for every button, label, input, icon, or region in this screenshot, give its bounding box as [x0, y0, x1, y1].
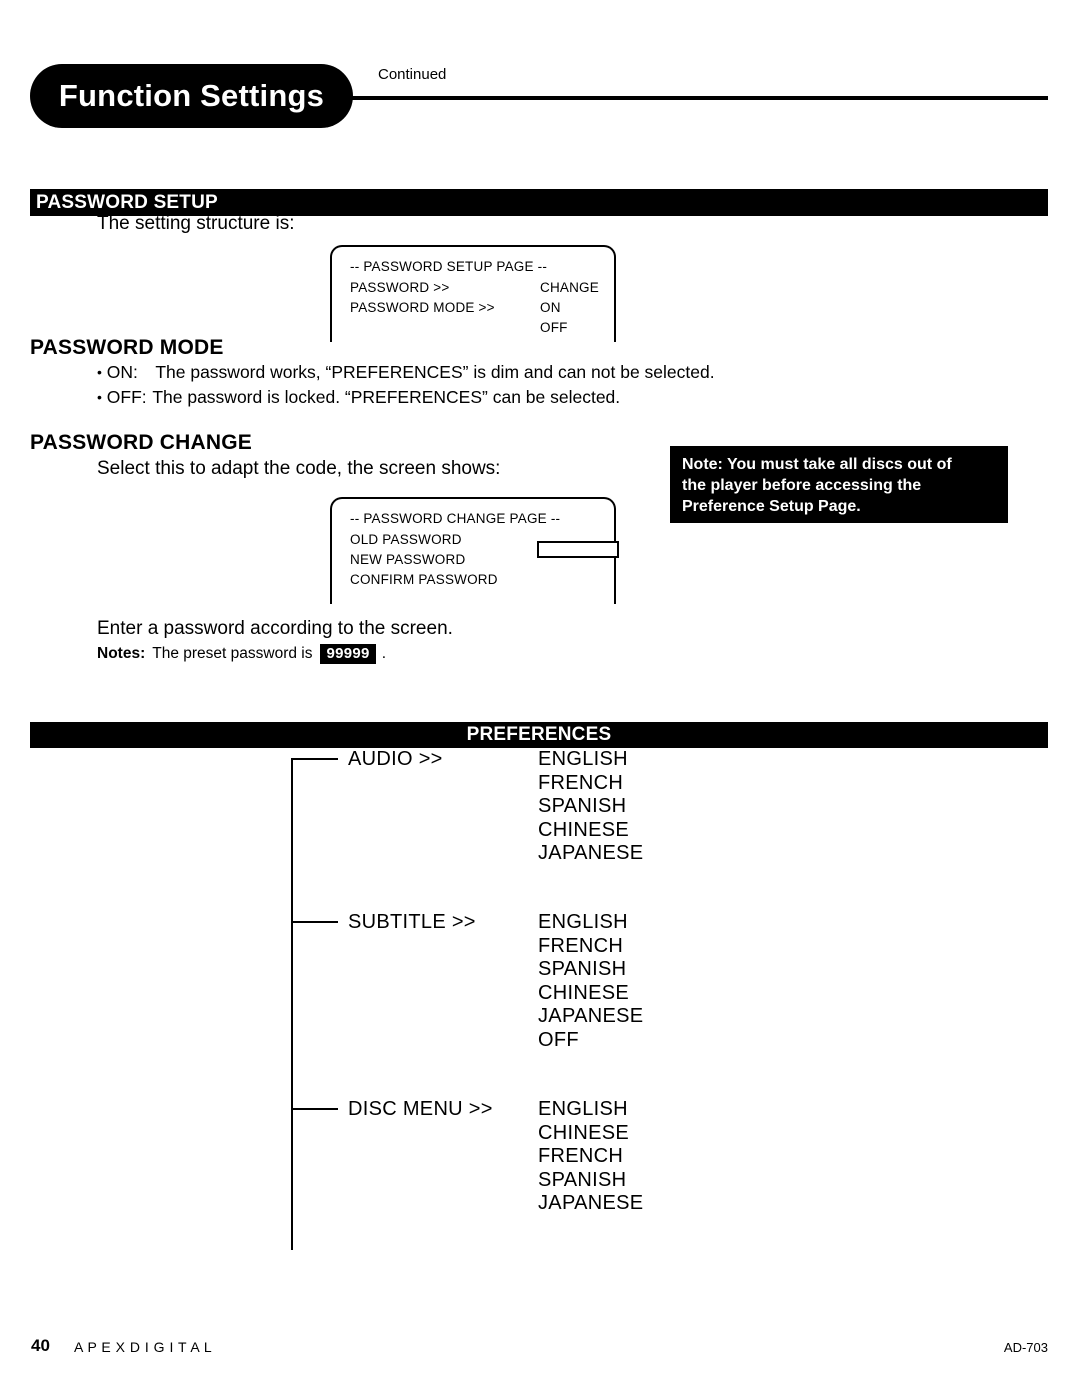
note-callout-box: Note: You must take all discs out of the…: [670, 446, 1008, 523]
heading-password-mode: PASSWORD MODE: [30, 336, 224, 359]
preferences-tree: AUDIO >> ENGLISH FRENCH SPANISH CHINESE …: [0, 748, 1080, 1258]
tree-branch-subtitle: [291, 921, 338, 923]
tree-option-audio-1[interactable]: FRENCH: [538, 772, 643, 796]
osd-row-password-value: CHANGE: [540, 280, 599, 295]
note-callout-line-3: Preference Setup Page.: [682, 498, 861, 515]
tree-options-disc-menu: ENGLISH CHINESE FRENCH SPANISH JAPANESE: [538, 1098, 643, 1216]
notes-period: .: [381, 645, 387, 662]
notes-text: The preset password is: [152, 645, 313, 662]
continued-label: Continued: [378, 66, 447, 83]
tree-option-subtitle-3[interactable]: CHINESE: [538, 982, 643, 1006]
section-bar-preferences: PREFERENCES: [30, 722, 1048, 748]
tree-option-subtitle-0[interactable]: ENGLISH: [538, 911, 643, 935]
osd-row-old-password: OLD PASSWORD: [350, 532, 462, 547]
osd-row-password-mode-value-off: OFF: [540, 320, 568, 335]
tree-option-disc-menu-1[interactable]: CHINESE: [538, 1122, 643, 1146]
footer-brand: A P E X D I G I T A L: [74, 1339, 213, 1355]
tree-option-disc-menu-3[interactable]: SPANISH: [538, 1169, 643, 1193]
footer-model-number: AD-703: [1003, 1340, 1048, 1355]
tree-option-audio-2[interactable]: SPANISH: [538, 795, 643, 819]
osd-password-change-title: -- PASSWORD CHANGE PAGE --: [350, 511, 561, 526]
tree-option-disc-menu-0[interactable]: ENGLISH: [538, 1098, 643, 1122]
enter-password-text: Enter a password according to the screen…: [97, 618, 453, 639]
preset-password-chip: 99999: [320, 644, 376, 664]
tree-option-subtitle-2[interactable]: SPANISH: [538, 958, 643, 982]
bullet-off-text: The password is locked. “PREFERENCES” ca…: [152, 387, 621, 407]
notes-line: Notes: The preset password is 99999 .: [97, 644, 386, 664]
heading-password-change: PASSWORD CHANGE: [30, 431, 252, 454]
bullet-dot-icon: •: [97, 364, 102, 380]
bullet-on-key: ON:: [106, 362, 138, 382]
osd-row-confirm-password: CONFIRM PASSWORD: [350, 572, 498, 587]
new-password-input[interactable]: [537, 541, 619, 558]
tree-options-subtitle: ENGLISH FRENCH SPANISH CHINESE JAPANESE …: [538, 911, 643, 1052]
osd-row-password-mode-value-on: ON: [540, 300, 561, 315]
tree-option-audio-0[interactable]: ENGLISH: [538, 748, 643, 772]
tree-branch-disc-menu: [291, 1108, 338, 1110]
bullet-password-mode-off: • OFF: The password is locked. “PREFEREN…: [97, 387, 620, 408]
note-callout-line-2: the player before accessing the: [682, 477, 922, 494]
tree-branch-audio: [291, 758, 338, 760]
tree-option-subtitle-5[interactable]: OFF: [538, 1029, 643, 1053]
note-callout-line-1: Note: You must take all discs out of: [682, 456, 952, 473]
tree-option-subtitle-4[interactable]: JAPANESE: [538, 1005, 643, 1029]
notes-label: Notes:: [97, 645, 146, 662]
section-bar-password-setup: PASSWORD SETUP: [30, 189, 1048, 216]
page-title: Function Settings: [58, 78, 325, 113]
tree-node-subtitle[interactable]: SUBTITLE >>: [348, 911, 476, 934]
tree-option-disc-menu-2[interactable]: FRENCH: [538, 1145, 643, 1169]
header-rule: [340, 96, 1048, 100]
tree-option-audio-3[interactable]: CHINESE: [538, 819, 643, 843]
osd-password-change-screen: -- PASSWORD CHANGE PAGE -- OLD PASSWORD …: [330, 497, 619, 604]
osd-row-password-label: PASSWORD >>: [350, 280, 450, 295]
tree-options-audio: ENGLISH FRENCH SPANISH CHINESE JAPANESE: [538, 748, 643, 866]
osd-password-setup-screen: -- PASSWORD SETUP PAGE -- PASSWORD >> CH…: [330, 245, 616, 342]
bullet-off-key: OFF:: [106, 387, 147, 407]
footer-page-number: 40: [31, 1336, 50, 1355]
osd-row-password-mode-label: PASSWORD MODE >>: [350, 300, 495, 315]
bullet-dot-icon: •: [97, 389, 102, 405]
page-title-pill: Function Settings: [30, 64, 353, 128]
select-adapt-text: Select this to adapt the code, the scree…: [97, 458, 501, 479]
bullet-on-text: The password works, “PREFERENCES” is dim…: [155, 362, 715, 382]
bullet-password-mode-on: • ON: The password works, “PREFERENCES” …: [97, 362, 715, 383]
tree-trunk-line: [291, 758, 293, 1250]
osd-password-setup-title: -- PASSWORD SETUP PAGE --: [350, 259, 548, 274]
setting-structure-text: The setting structure is:: [97, 213, 295, 234]
tree-option-subtitle-1[interactable]: FRENCH: [538, 935, 643, 959]
section-bar-preferences-label: PREFERENCES: [466, 724, 612, 745]
tree-option-audio-4[interactable]: JAPANESE: [538, 842, 643, 866]
section-bar-password-setup-label: PASSWORD SETUP: [36, 191, 218, 213]
tree-option-disc-menu-4[interactable]: JAPANESE: [538, 1192, 643, 1216]
tree-node-audio[interactable]: AUDIO >>: [348, 748, 443, 771]
tree-node-disc-menu[interactable]: DISC MENU >>: [348, 1098, 493, 1121]
osd-row-new-password: NEW PASSWORD: [350, 552, 466, 567]
